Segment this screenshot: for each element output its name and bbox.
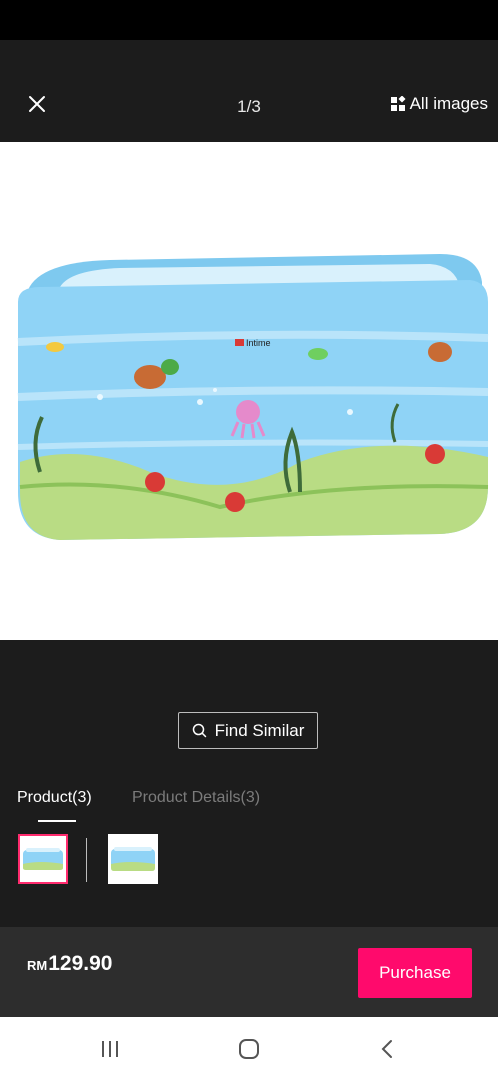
tab-product-details[interactable]: Product Details(3) bbox=[132, 789, 260, 807]
recents-icon bbox=[102, 1041, 118, 1057]
gallery-icon bbox=[390, 96, 406, 111]
top-bar: 1/3 All images bbox=[0, 40, 498, 142]
status-bar bbox=[0, 0, 498, 40]
thumbnail-divider bbox=[86, 838, 87, 882]
thumbnail-image bbox=[111, 847, 155, 871]
find-similar-button[interactable]: Find Similar bbox=[178, 712, 318, 749]
brand-label: Intime bbox=[246, 338, 271, 348]
purchase-bar: RM 129.90 Purchase bbox=[0, 927, 498, 1017]
recents-button[interactable] bbox=[90, 1033, 130, 1065]
pool-illustration: Intime bbox=[17, 254, 489, 540]
find-similar-label: Find Similar bbox=[214, 720, 305, 740]
home-button[interactable] bbox=[229, 1033, 269, 1065]
price-amount: 129.90 bbox=[48, 952, 113, 975]
price-currency: RM bbox=[27, 958, 48, 973]
price: RM 129.90 bbox=[27, 952, 112, 976]
tab-product[interactable]: Product(3) bbox=[17, 789, 92, 807]
search-icon bbox=[192, 723, 206, 738]
all-images-label: All images bbox=[409, 94, 488, 113]
back-button[interactable] bbox=[368, 1033, 408, 1065]
all-images-button[interactable]: All images bbox=[390, 94, 488, 114]
home-icon bbox=[239, 1039, 259, 1059]
thumbnail-image bbox=[23, 848, 63, 870]
thumbnail-1[interactable] bbox=[18, 834, 68, 884]
purchase-button[interactable]: Purchase bbox=[358, 948, 472, 998]
back-icon bbox=[381, 1040, 392, 1058]
active-tab-indicator bbox=[38, 820, 76, 822]
product-image[interactable]: Intime bbox=[0, 142, 498, 640]
system-nav-bar bbox=[0, 1017, 498, 1080]
thumbnail-2[interactable] bbox=[108, 834, 158, 884]
